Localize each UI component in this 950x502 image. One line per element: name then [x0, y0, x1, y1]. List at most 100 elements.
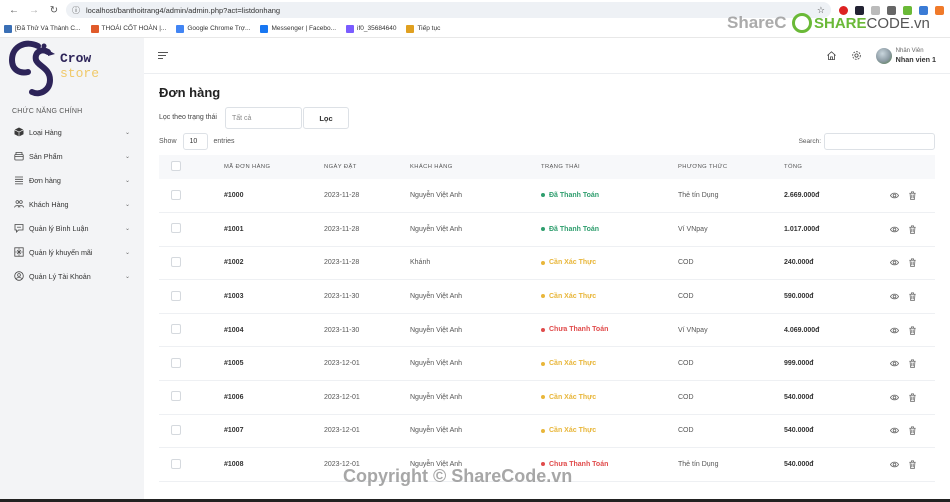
- settings-gear-icon[interactable]: [850, 49, 864, 63]
- avatar[interactable]: [875, 47, 892, 64]
- chevron-down-icon[interactable]: ⌄: [125, 153, 130, 160]
- status-dot: [541, 327, 545, 332]
- topbar: Nhân Viên Nhan vien 1: [144, 38, 950, 74]
- sidebar-menu: Loại Hàng ⌄ Sản Phẩm ⌄ Đơn hàng ⌄ Khách …: [0, 120, 144, 288]
- filter-button[interactable]: Lọc: [303, 107, 349, 129]
- view-eye-icon[interactable]: [889, 325, 899, 335]
- crow-logo-icon: [8, 40, 55, 97]
- view-eye-icon[interactable]: [889, 460, 899, 470]
- chevron-down-icon[interactable]: ⌄: [125, 225, 130, 232]
- column-header[interactable]: MÃ ĐƠN HÀNG: [224, 155, 324, 179]
- column-header[interactable]: TỔNG: [784, 155, 889, 179]
- order-id: #1008: [224, 461, 244, 469]
- row-checkbox[interactable]: [171, 424, 181, 435]
- sidebar-item[interactable]: Loại Hàng ⌄: [0, 120, 144, 144]
- sidebar-item-label: Loại Hàng: [29, 127, 62, 137]
- hamburger-menu-icon[interactable]: [158, 52, 168, 59]
- chevron-down-icon[interactable]: ⌄: [125, 177, 130, 184]
- delete-trash-icon[interactable]: [907, 258, 917, 268]
- bookmark-item[interactable]: [Đã Thử Và Thành C...: [4, 24, 81, 33]
- delete-trash-icon[interactable]: [907, 191, 917, 201]
- delete-trash-icon[interactable]: [907, 460, 917, 470]
- page-length-select[interactable]: 10: [182, 132, 208, 150]
- home-icon[interactable]: [825, 49, 839, 63]
- order-date: 2023-11-28: [324, 192, 360, 200]
- bookmark-favicon-icon: [4, 24, 12, 33]
- watermark-logo: SHARE CODE.vn: [792, 13, 930, 33]
- view-eye-icon[interactable]: [889, 258, 899, 268]
- back-button[interactable]: ←: [6, 2, 22, 18]
- bookmark-label: Tiếp tục: [417, 25, 441, 32]
- chevron-down-icon[interactable]: ⌄: [125, 249, 130, 256]
- user-name: Nhan vien 1: [895, 54, 936, 64]
- select-all-checkbox[interactable]: [171, 161, 181, 171]
- account-icon: [13, 271, 24, 282]
- row-checkbox[interactable]: [171, 256, 181, 267]
- view-eye-icon[interactable]: [889, 224, 899, 234]
- chevron-down-icon[interactable]: ⌄: [125, 129, 130, 136]
- address-bar[interactable]: ⓘ localhost/banthoitrang4/admin/admin.ph…: [66, 2, 831, 18]
- bookmark-item[interactable]: Tiếp tục: [406, 24, 441, 33]
- row-checkbox[interactable]: [171, 458, 181, 469]
- row-checkbox[interactable]: [171, 357, 181, 368]
- bookmark-item[interactable]: Messenger | Facebo...: [260, 24, 336, 33]
- user-menu[interactable]: Nhân Viên Nhan vien 1: [875, 47, 936, 64]
- sidebar-item[interactable]: Quản Lý Tài Khoản ⌄: [0, 264, 144, 288]
- customer-name: Nguyễn Việt Anh: [410, 393, 463, 401]
- site-info-icon[interactable]: ⓘ: [72, 5, 80, 16]
- row-checkbox[interactable]: [171, 324, 181, 335]
- chevron-down-icon[interactable]: ⌄: [125, 201, 130, 208]
- orders-table: MÃ ĐƠN HÀNG NGÀY ĐẶT KHÁCH HÀNG TRẠNG TH…: [159, 155, 935, 482]
- reload-button[interactable]: ↻: [46, 2, 62, 18]
- table-row: #1003 2023-11-30 Nguyễn Việt Anh Cần Xác…: [159, 280, 935, 314]
- bookmark-favicon-icon: [90, 24, 99, 33]
- sidebar-item[interactable]: Khách Hàng ⌄: [0, 192, 144, 216]
- column-header[interactable]: TRẠNG THÁI: [541, 155, 678, 179]
- logo-text-store: store: [60, 66, 100, 81]
- show-label: Show: [159, 137, 177, 145]
- order-id: #1002: [224, 259, 244, 267]
- chevron-down-icon[interactable]: ⌄: [125, 273, 130, 280]
- view-eye-icon[interactable]: [889, 426, 899, 436]
- status-text: Đã Thanh Toán: [549, 191, 600, 199]
- delete-trash-icon[interactable]: [907, 359, 917, 369]
- logo[interactable]: Crow store: [0, 38, 144, 100]
- column-header[interactable]: PHƯƠNG THỨC: [678, 155, 784, 179]
- user-role: Nhân Viên: [895, 47, 924, 54]
- view-eye-icon[interactable]: [889, 191, 899, 201]
- delete-trash-icon[interactable]: [907, 224, 917, 234]
- url-text[interactable]: localhost/banthoitrang4/admin/admin.php?…: [86, 6, 817, 15]
- customer-name: Nguyễn Việt Anh: [410, 360, 463, 368]
- row-checkbox[interactable]: [171, 223, 181, 234]
- order-date: 2023-12-01: [324, 360, 360, 368]
- row-checkbox[interactable]: [171, 189, 181, 200]
- view-eye-icon[interactable]: [889, 359, 899, 369]
- bookmark-item[interactable]: THOÁI CỐT HOÀN |...: [90, 24, 166, 33]
- delete-trash-icon[interactable]: [907, 325, 917, 335]
- status-badge: Chưa Thanh Toán: [541, 326, 608, 333]
- search-input[interactable]: [824, 132, 935, 150]
- sidebar-item[interactable]: Quản lý Bình Luận ⌄: [0, 216, 144, 240]
- view-eye-icon[interactable]: [889, 392, 899, 402]
- row-checkbox[interactable]: [171, 391, 181, 402]
- sidebar-item[interactable]: Sản Phẩm ⌄: [0, 144, 144, 168]
- extension-icon[interactable]: [935, 5, 944, 15]
- bookmark-item[interactable]: Google Chrome Trợ...: [176, 24, 250, 33]
- entries-label: entries: [213, 137, 235, 145]
- content: Đơn hàng Lọc theo trạng thái Tất cả Lọc …: [144, 85, 950, 482]
- delete-trash-icon[interactable]: [907, 426, 917, 436]
- status-filter-select[interactable]: Tất cả: [225, 107, 302, 129]
- column-header[interactable]: NGÀY ĐẶT: [324, 155, 410, 179]
- main-area: Nhân Viên Nhan vien 1 Đơn hàng Lọc theo …: [144, 38, 950, 502]
- row-checkbox[interactable]: [171, 290, 181, 301]
- bookmark-item[interactable]: if0_35684640: [346, 24, 396, 33]
- delete-trash-icon[interactable]: [907, 392, 917, 402]
- sidebar-item[interactable]: Quản lý khuyến mãi ⌄: [0, 240, 144, 264]
- customer-name: Nguyễn Việt Anh: [410, 293, 463, 301]
- box-icon: [13, 127, 24, 138]
- forward-button[interactable]: →: [26, 2, 42, 18]
- column-header[interactable]: KHÁCH HÀNG: [410, 155, 541, 179]
- sidebar-item[interactable]: Đơn hàng ⌄: [0, 168, 144, 192]
- delete-trash-icon[interactable]: [907, 292, 917, 302]
- view-eye-icon[interactable]: [889, 292, 899, 302]
